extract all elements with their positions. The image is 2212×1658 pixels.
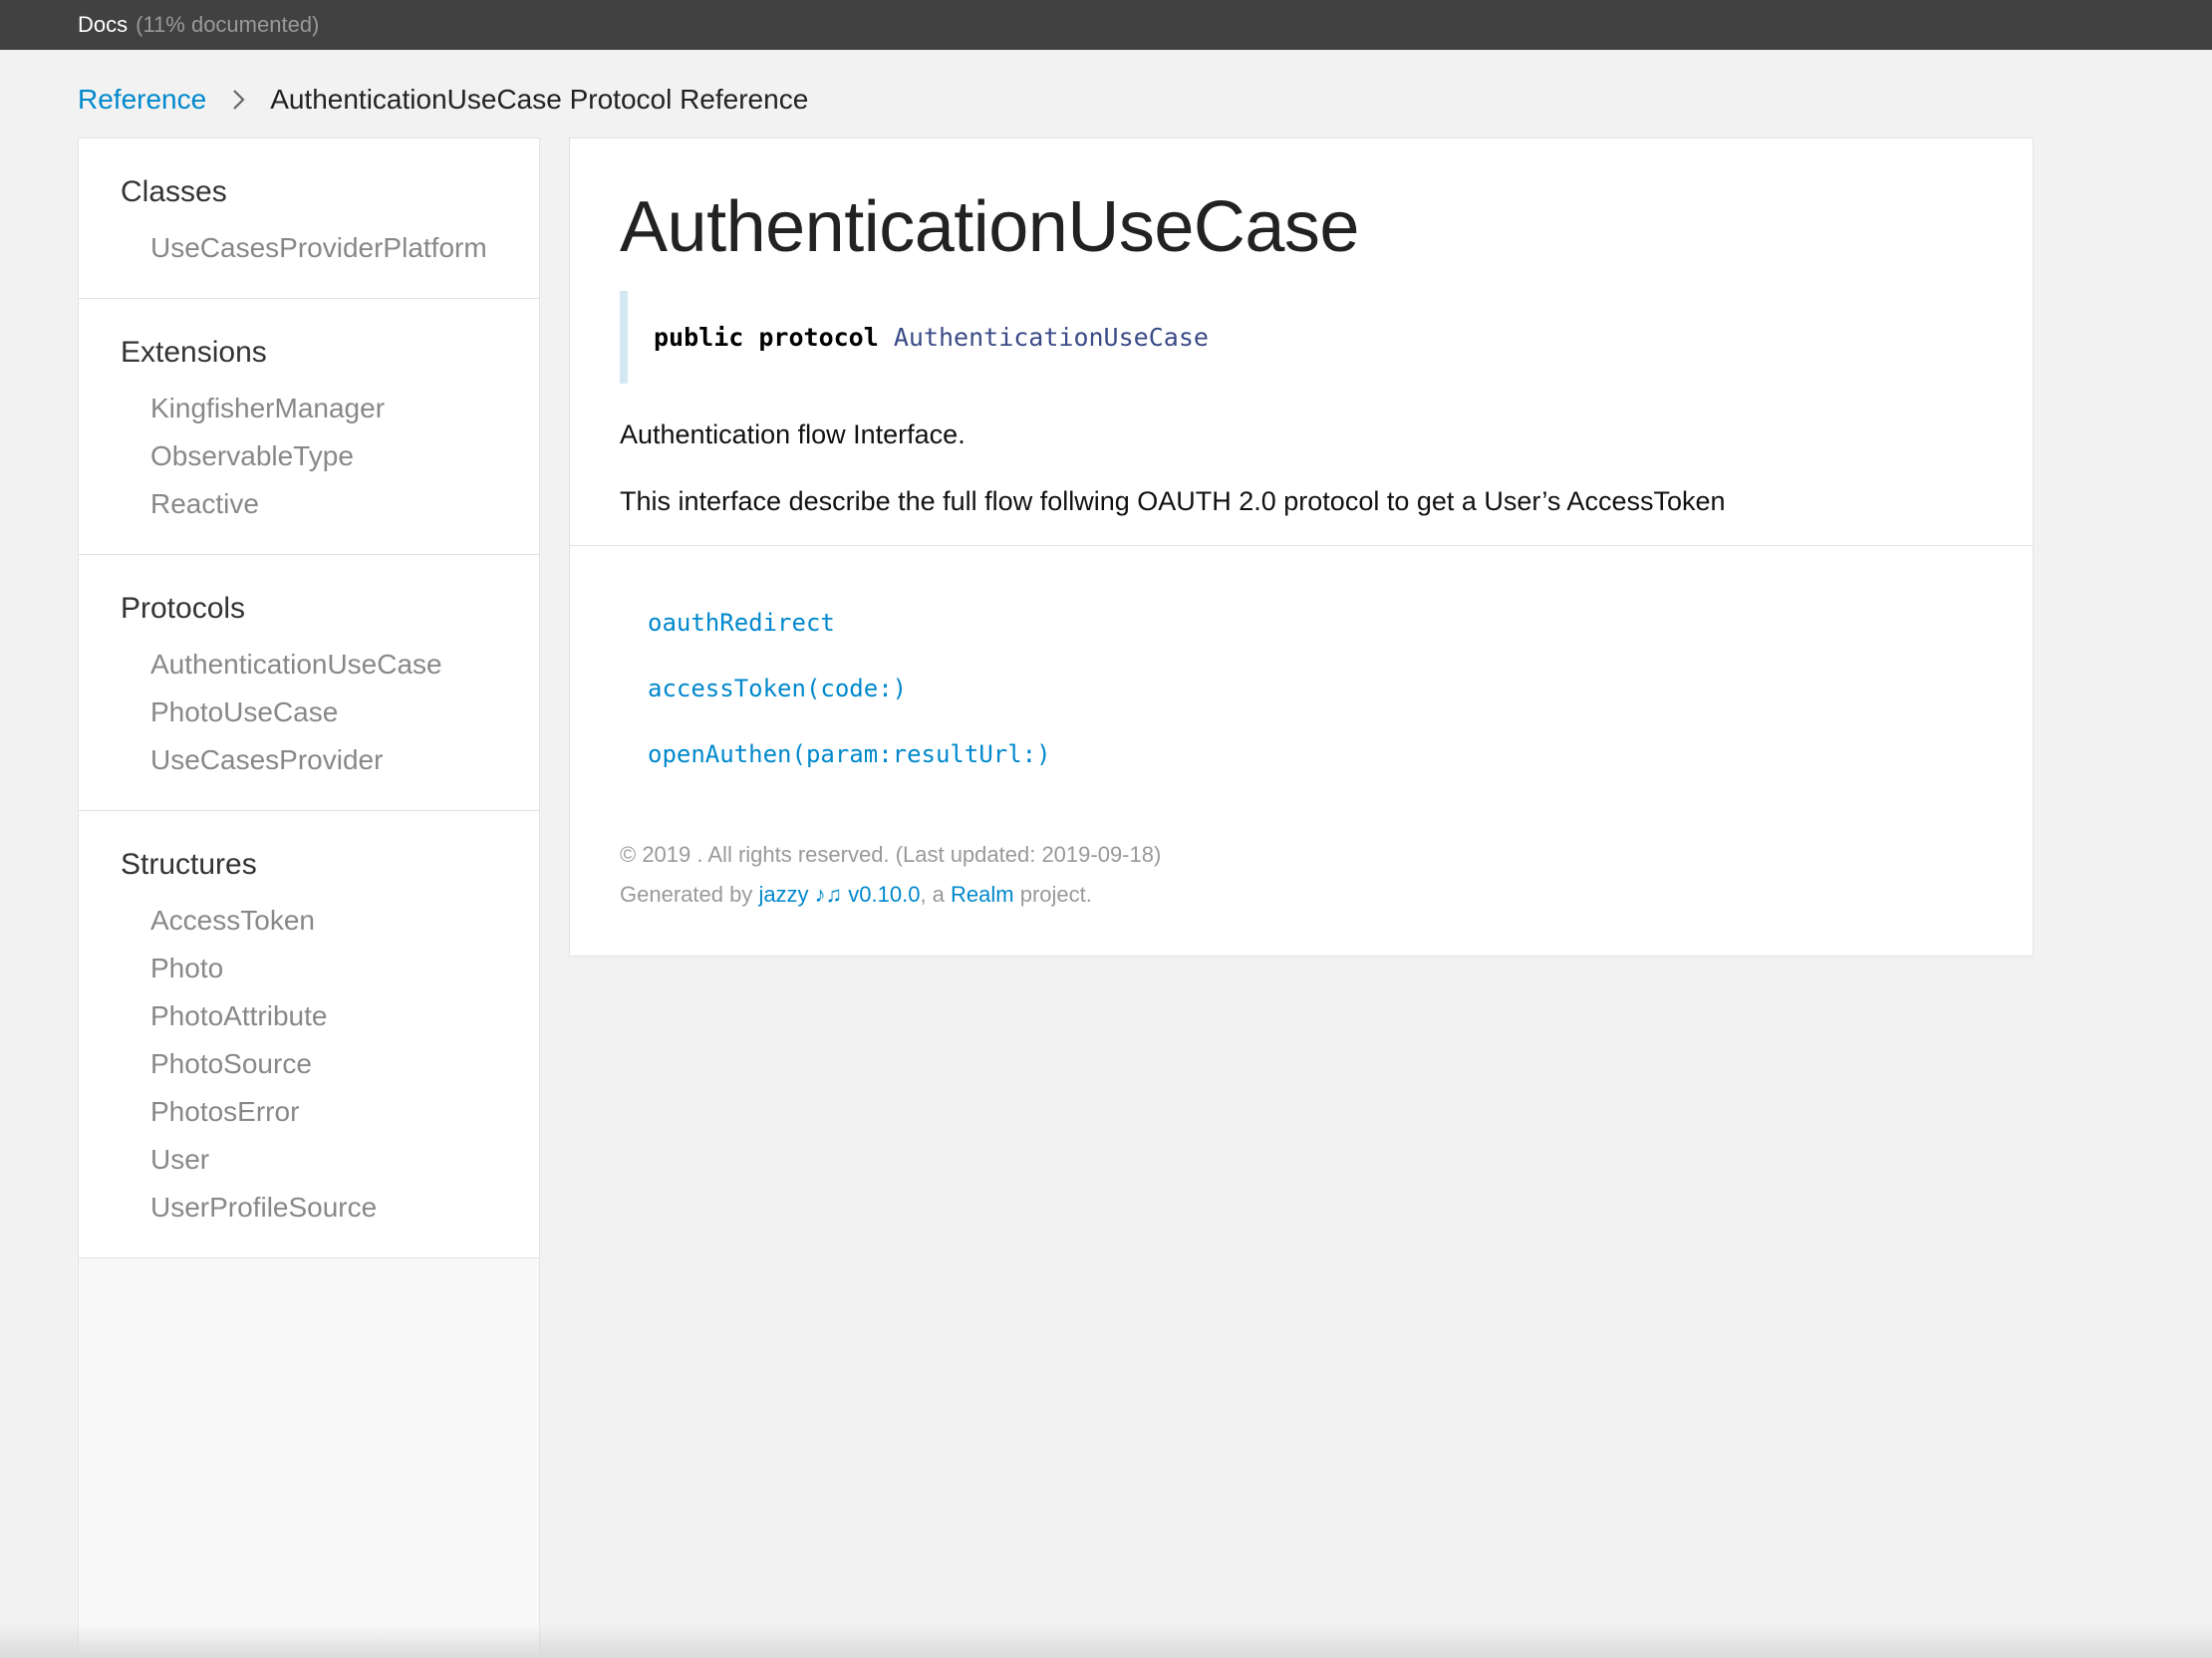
sidebar-item-photosource[interactable]: PhotoSource	[121, 1040, 539, 1088]
nav-group-title[interactable]: Structures	[121, 847, 539, 883]
sidebar-item-authenticationusecase[interactable]: AuthenticationUseCase	[121, 641, 539, 689]
top-header-bar: Docs (11% documented)	[0, 0, 2212, 50]
abstract: Authentication flow Interface. This inte…	[620, 419, 1983, 517]
abstract-paragraph: This interface describe the full flow fo…	[620, 486, 1726, 517]
sidebar-item-photo[interactable]: Photo	[121, 945, 539, 992]
declaration-type-name: AuthenticationUseCase	[893, 323, 1209, 353]
jazzy-link[interactable]: jazzy ♪♫ v0.10.0	[758, 882, 920, 907]
declaration-keyword: public protocol	[654, 323, 879, 353]
sidebar-item-photoserror[interactable]: PhotosError	[121, 1088, 539, 1136]
declaration-block: public protocol AuthenticationUseCase	[620, 291, 1983, 385]
sidebar-item-observabletype[interactable]: ObservableType	[121, 432, 539, 480]
sidebar-item-reactive[interactable]: Reactive	[121, 480, 539, 528]
sidebar-item-user[interactable]: User	[121, 1136, 539, 1184]
main-content: AuthenticationUseCase public protocol Au…	[569, 138, 2034, 957]
abstract-paragraph: Authentication flow Interface.	[620, 419, 966, 450]
generated-suffix: project.	[1019, 882, 1092, 908]
task-link-oauthredirect[interactable]: oauthRedirect	[648, 590, 1983, 656]
copyright-text: © 2019 . All rights reserved. (Last upda…	[620, 842, 1162, 868]
nav-group-classes: Classes UseCasesProviderPlatform	[79, 138, 539, 299]
task-link-openauthen[interactable]: openAuthen(param:resultUrl:)	[648, 721, 1983, 787]
sidebar-navigation: Classes UseCasesProviderPlatform Extensi…	[78, 138, 540, 1658]
generated-by-line: Generated by jazzy ♪♫ v0.10.0, a Realm p…	[620, 875, 1983, 915]
task-link-accesstoken[interactable]: accessToken(code:)	[648, 656, 1983, 721]
sidebar-item-kingfishermanager[interactable]: KingfisherManager	[121, 385, 539, 432]
nav-group-protocols: Protocols AuthenticationUseCase PhotoUse…	[79, 555, 539, 811]
realm-link[interactable]: Realm	[951, 882, 1014, 907]
generated-prefix: Generated by	[620, 882, 753, 908]
nav-group-title[interactable]: Extensions	[121, 335, 539, 371]
docs-title[interactable]: Docs	[78, 12, 128, 38]
nav-group-structures: Structures AccessToken Photo PhotoAttrib…	[79, 811, 539, 1258]
sidebar-item-photousecase[interactable]: PhotoUseCase	[121, 689, 539, 736]
page-footer: © 2019 . All rights reserved. (Last upda…	[570, 807, 2033, 915]
sidebar-item-usecasesprovider[interactable]: UseCasesProvider	[121, 736, 539, 784]
nav-group-title[interactable]: Classes	[121, 174, 539, 210]
page-title: AuthenticationUseCase	[620, 187, 1359, 267]
nav-group-extensions: Extensions KingfisherManager ObservableT…	[79, 299, 539, 555]
overview-section: AuthenticationUseCase public protocol Au…	[570, 138, 2033, 547]
breadcrumb-current-page: AuthenticationUseCase Protocol Reference	[270, 84, 809, 115]
generated-middle: , a	[920, 882, 945, 908]
breadcrumb: Reference AuthenticationUseCase Protocol…	[78, 80, 808, 120]
sidebar-item-userprofilesource[interactable]: UserProfileSource	[121, 1184, 539, 1232]
breadcrumb-reference-link[interactable]: Reference	[78, 84, 206, 116]
documentation-coverage: (11% documented)	[136, 12, 320, 37]
sidebar-item-photoattribute[interactable]: PhotoAttribute	[121, 992, 539, 1040]
sidebar-item-accesstoken[interactable]: AccessToken	[121, 897, 539, 945]
sidebar-item-usecasesproviderplatform[interactable]: UseCasesProviderPlatform	[121, 224, 539, 272]
chevron-right-icon	[224, 85, 254, 115]
tasks-section: oauthRedirect accessToken(code:) openAut…	[570, 546, 2033, 807]
nav-group-title[interactable]: Protocols	[121, 591, 539, 627]
